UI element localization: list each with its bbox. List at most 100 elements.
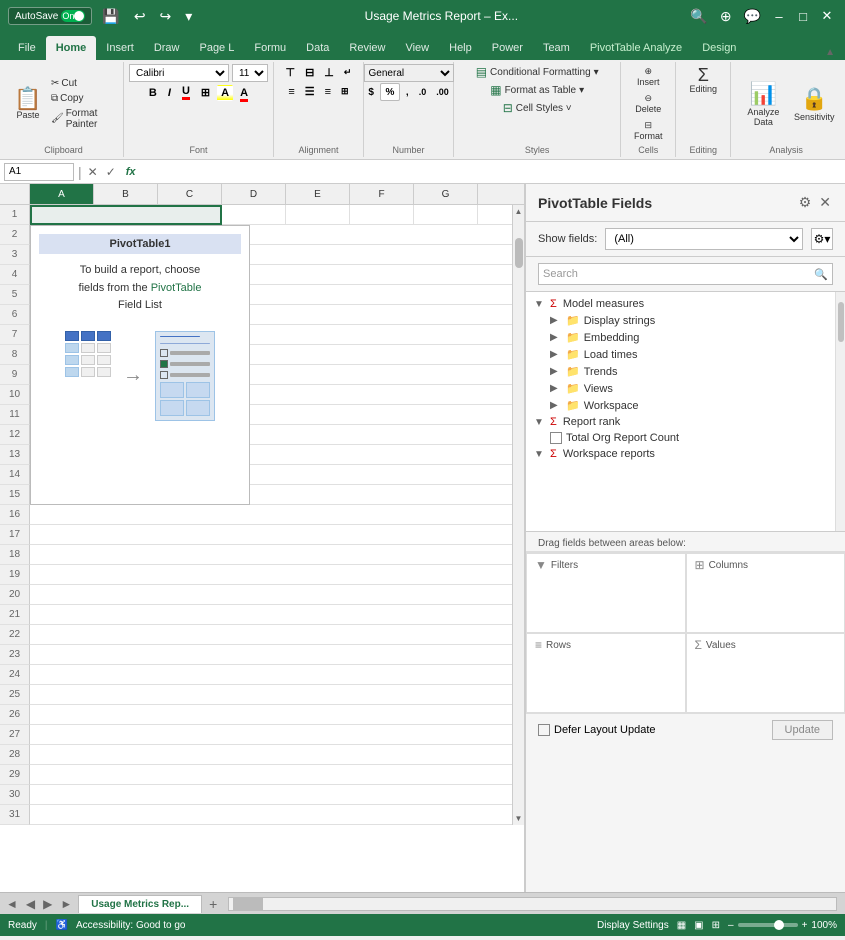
undo-icon[interactable]: ↩ bbox=[130, 6, 150, 27]
tree-scroll-thumb[interactable] bbox=[838, 302, 844, 342]
tab-file[interactable]: File bbox=[8, 36, 46, 60]
tree-scrollbar[interactable] bbox=[835, 292, 845, 531]
zoom-in-button[interactable]: + bbox=[802, 920, 808, 931]
col-header-f[interactable]: F bbox=[350, 184, 414, 204]
panel-settings-button[interactable]: ⚙ bbox=[797, 192, 814, 213]
align-bottom-button[interactable]: ⊥ bbox=[320, 64, 338, 81]
align-top-button[interactable]: ⊤ bbox=[281, 64, 299, 81]
show-fields-select[interactable]: (All) bbox=[605, 228, 803, 250]
scroll-up-button[interactable]: ▲ bbox=[513, 205, 524, 218]
accessibility-status[interactable]: Accessibility: Good to go bbox=[76, 920, 186, 931]
drop-zone-filters[interactable]: ▼ Filters bbox=[526, 553, 686, 633]
tab-formulas[interactable]: Formu bbox=[244, 36, 296, 60]
tree-item-workspace[interactable]: ▶ 📁 Workspace bbox=[542, 397, 845, 414]
fields-settings-button[interactable]: ⚙▾ bbox=[811, 228, 833, 250]
cell-b1[interactable] bbox=[222, 205, 286, 225]
align-right-button[interactable]: ≡ bbox=[321, 83, 335, 100]
merge-button[interactable]: ⊞ bbox=[337, 83, 353, 100]
share-icon[interactable]: ⊕ bbox=[716, 6, 736, 27]
view-layout-button[interactable]: ▣ bbox=[694, 920, 703, 931]
formula-confirm-button[interactable]: ✓ bbox=[104, 165, 118, 179]
ribbon-collapse-button[interactable]: ▲ bbox=[823, 45, 837, 60]
checkbox-total-org[interactable] bbox=[550, 432, 562, 444]
cell-styles-button[interactable]: ⊟ Cell Styles ˅ bbox=[499, 100, 576, 116]
align-left-button[interactable]: ≡ bbox=[284, 83, 298, 100]
cell-d1[interactable] bbox=[350, 205, 414, 225]
col-header-b[interactable]: B bbox=[94, 184, 158, 204]
view-pagebreak-button[interactable]: ⊞ bbox=[712, 920, 720, 931]
defer-checkbox[interactable] bbox=[538, 724, 550, 736]
tree-item-model-measures[interactable]: ▼ Σ Model measures bbox=[526, 296, 845, 312]
delete-cells-button[interactable]: ⊖ Delete bbox=[630, 91, 666, 116]
tree-item-views[interactable]: ▶ 📁 Views bbox=[542, 380, 845, 397]
tab-design[interactable]: Design bbox=[692, 36, 746, 60]
tree-item-workspace-reports[interactable]: ▼ Σ Workspace reports bbox=[526, 446, 845, 462]
tab-power[interactable]: Power bbox=[482, 36, 533, 60]
col-header-c[interactable]: C bbox=[158, 184, 222, 204]
fill-color-button[interactable]: A bbox=[217, 85, 233, 101]
panel-close-button[interactable]: ✕ bbox=[817, 192, 833, 213]
defer-checkbox-area[interactable]: Defer Layout Update bbox=[538, 724, 656, 736]
font-family-select[interactable]: Calibri bbox=[129, 64, 229, 82]
drop-zone-columns[interactable]: ⊞ Columns bbox=[686, 553, 845, 633]
tree-item-total-org-report-count[interactable]: Total Org Report Count bbox=[542, 430, 845, 446]
italic-button[interactable]: I bbox=[164, 85, 175, 101]
pivot-desc-link[interactable]: PivotTable bbox=[151, 282, 202, 294]
bold-button[interactable]: B bbox=[145, 85, 161, 101]
increase-decimal-button[interactable]: .0 bbox=[415, 83, 431, 101]
zoom-level[interactable]: 100% bbox=[811, 920, 837, 931]
maximize-button[interactable]: □ bbox=[793, 6, 813, 26]
name-box[interactable]: A1 bbox=[4, 163, 74, 181]
cells-area[interactable]: PivotTable1 To build a report, choose fi… bbox=[30, 205, 512, 825]
underline-button[interactable]: U bbox=[178, 83, 194, 102]
zoom-out-button[interactable]: – bbox=[728, 920, 734, 931]
tab-page-layout[interactable]: Page L bbox=[189, 36, 244, 60]
format-painter-button[interactable]: 🖌Format Painter bbox=[48, 107, 117, 131]
tab-prev-button[interactable]: ◄ bbox=[4, 897, 20, 911]
display-settings-button[interactable]: Display Settings bbox=[597, 920, 669, 931]
align-center-button[interactable]: ☰ bbox=[301, 83, 319, 100]
col-header-a[interactable]: A bbox=[30, 184, 94, 204]
fields-tree[interactable]: ▼ Σ Model measures ▶ 📁 Display strings ▶… bbox=[526, 292, 845, 532]
tree-item-load-times[interactable]: ▶ 📁 Load times bbox=[542, 346, 845, 363]
close-button[interactable]: ✕ bbox=[817, 6, 837, 26]
cell-a1[interactable] bbox=[30, 205, 222, 225]
analyze-data-button[interactable]: 📊 Analyze Data bbox=[737, 79, 789, 129]
tab-home[interactable]: Home bbox=[46, 36, 97, 60]
scroll-down-button[interactable]: ▼ bbox=[513, 812, 524, 825]
percent-button[interactable]: % bbox=[380, 83, 400, 101]
sheet-tab-usage-metrics[interactable]: Usage Metrics Rep... bbox=[78, 895, 202, 913]
tab-data[interactable]: Data bbox=[296, 36, 339, 60]
cut-button[interactable]: ✂Cut bbox=[48, 77, 117, 90]
comments-icon[interactable]: 💬 bbox=[740, 6, 765, 27]
tab-next-button[interactable]: ▶ bbox=[41, 897, 54, 911]
format-as-table-button[interactable]: ▦ Format as Table ▾ bbox=[486, 82, 588, 98]
autosave-toggle[interactable]: On bbox=[61, 10, 85, 22]
formula-input[interactable] bbox=[144, 166, 841, 178]
vertical-scrollbar[interactable]: ▲ ▼ bbox=[512, 205, 524, 825]
pivot-placeholder[interactable]: PivotTable1 To build a report, choose fi… bbox=[30, 225, 250, 505]
copy-button[interactable]: ⧉Copy bbox=[48, 92, 117, 105]
comma-button[interactable]: , bbox=[402, 83, 413, 101]
insert-function-button[interactable]: fx bbox=[122, 166, 140, 178]
tab-view[interactable]: View bbox=[395, 36, 439, 60]
tree-item-display-strings[interactable]: ▶ 📁 Display strings bbox=[542, 312, 845, 329]
view-normal-button[interactable]: ▦ bbox=[677, 920, 686, 931]
cell-e1[interactable] bbox=[414, 205, 478, 225]
minimize-button[interactable]: – bbox=[769, 6, 789, 26]
tree-item-report-rank[interactable]: ▼ Σ Report rank bbox=[526, 414, 845, 430]
scroll-thumb[interactable] bbox=[515, 238, 523, 268]
insert-cells-button[interactable]: ⊕ Insert bbox=[630, 64, 666, 89]
tree-item-embedding[interactable]: ▶ 📁 Embedding bbox=[542, 329, 845, 346]
tab-team[interactable]: Team bbox=[533, 36, 580, 60]
h-scroll-thumb[interactable] bbox=[233, 898, 263, 910]
conditional-formatting-button[interactable]: ▤ Conditional Formatting ▾ bbox=[472, 64, 603, 80]
tab-pivottable-analyze[interactable]: PivotTable Analyze bbox=[580, 36, 692, 60]
editing-button[interactable]: Σ Editing bbox=[685, 64, 721, 96]
cell-c1[interactable] bbox=[286, 205, 350, 225]
drop-zone-rows[interactable]: ≡ Rows bbox=[526, 633, 686, 713]
tab-help[interactable]: Help bbox=[439, 36, 482, 60]
redo-icon[interactable]: ↪ bbox=[156, 6, 176, 27]
search-box[interactable]: Search 🔍 bbox=[538, 263, 833, 285]
drop-zone-values[interactable]: Σ Values bbox=[686, 633, 845, 713]
